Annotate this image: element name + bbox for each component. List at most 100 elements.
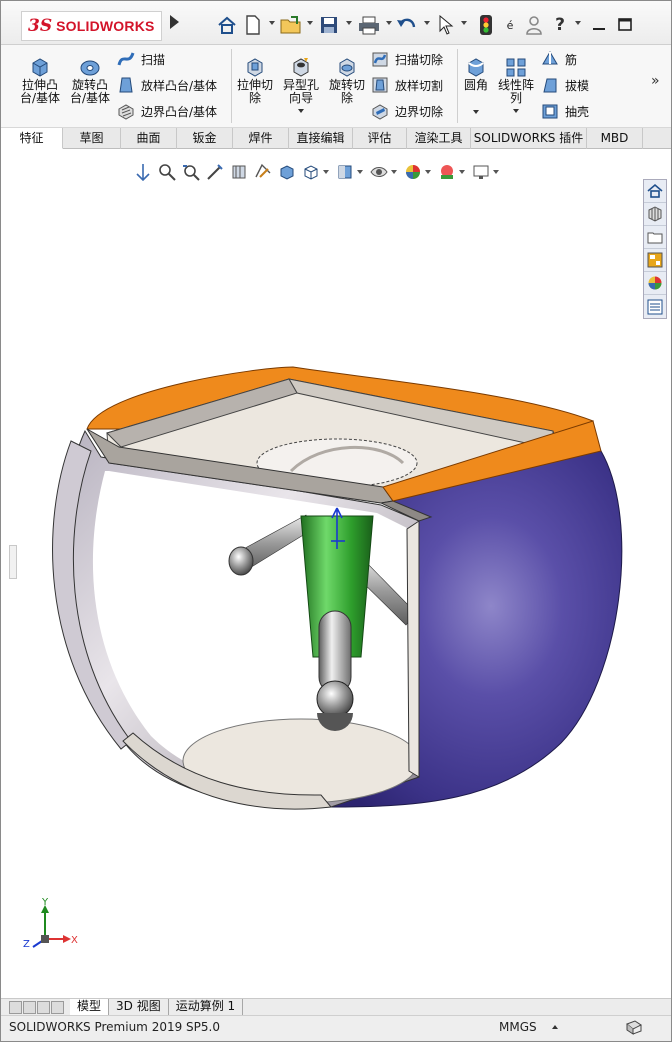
hole-wizard-button[interactable]: 异型孔 向导 xyxy=(279,57,323,113)
quick-tips-icon[interactable] xyxy=(625,1020,643,1039)
edit-appearance-dropdown-icon[interactable] xyxy=(425,170,431,174)
extrude-boss-button[interactable]: 拉伸凸 台/基体 xyxy=(17,57,63,105)
tab-render-tools[interactable]: 渲染工具 xyxy=(407,128,471,149)
hole-wizard-icon xyxy=(290,57,312,77)
boundary-boss-button[interactable]: 边界凸台/基体 xyxy=(117,101,217,121)
previous-view-icon[interactable] xyxy=(179,161,203,183)
linear-pattern-label: 线性阵 列 xyxy=(497,78,534,105)
undo-icon[interactable] xyxy=(395,13,419,37)
shell-button[interactable]: 抽壳 xyxy=(541,101,589,121)
ds-logo-mark: 3S xyxy=(28,16,53,36)
boundary-cut-icon xyxy=(371,102,389,120)
unit-system-dropdown-icon[interactable] xyxy=(552,1025,558,1029)
tab-direct-editing[interactable]: 直接编辑 xyxy=(289,128,353,149)
user-icon[interactable] xyxy=(523,13,545,37)
tab-sketch[interactable]: 草图 xyxy=(63,128,121,149)
unit-system[interactable]: MMGS xyxy=(499,1020,537,1034)
view-palette-icon[interactable] xyxy=(644,249,666,272)
visibility-icon[interactable] xyxy=(367,161,391,183)
select-icon[interactable] xyxy=(435,13,457,37)
edit-appearance-icon[interactable] xyxy=(401,161,425,183)
print-dropdown-icon[interactable] xyxy=(386,21,392,25)
model-3d-view[interactable] xyxy=(41,359,641,819)
select-dropdown-icon[interactable] xyxy=(461,21,467,25)
solidworks-logo[interactable]: 3S SOLIDWORKS xyxy=(21,11,162,41)
task-pane-home-icon[interactable] xyxy=(644,180,666,203)
maximize-icon[interactable] xyxy=(613,13,637,37)
loft-boss-button[interactable]: 放样凸台/基体 xyxy=(117,75,217,95)
revolve-boss-label: 旋转凸 台/基体 xyxy=(69,78,111,105)
revolve-boss-button[interactable]: 旋转凸 台/基体 xyxy=(67,57,113,105)
tab-features[interactable]: 特征 xyxy=(1,128,63,149)
ribbon-more-button[interactable]: » xyxy=(651,73,660,89)
graphics-area[interactable]: Y X Z xyxy=(1,149,671,998)
design-library-icon[interactable] xyxy=(644,203,666,226)
zoom-to-fit-icon[interactable] xyxy=(131,161,155,183)
save-dropdown-icon[interactable] xyxy=(346,21,352,25)
tab-motion-study-1[interactable]: 运动算例 1 xyxy=(169,999,244,1015)
draft-icon xyxy=(541,76,559,94)
tab-model[interactable]: 模型 xyxy=(70,999,110,1015)
menu-expand-arrow-icon[interactable] xyxy=(170,15,179,29)
tab-solidworks-addins[interactable]: SOLIDWORKS 插件 xyxy=(471,128,587,149)
new-document-icon[interactable] xyxy=(243,13,263,37)
rib-button[interactable]: 筋 xyxy=(541,49,577,69)
next-tab-icon[interactable] xyxy=(37,1000,50,1014)
sweep-button[interactable]: 扫描 xyxy=(117,49,165,69)
revolve-cut-button[interactable]: 旋转切 除 xyxy=(325,57,369,105)
sweep-cut-button[interactable]: 扫描切除 xyxy=(371,49,443,69)
sweep-cut-icon xyxy=(371,50,389,68)
tab-mbd[interactable]: MBD xyxy=(587,128,643,149)
view-orientation-icon[interactable] xyxy=(251,161,275,183)
hide-show-dropdown-icon[interactable] xyxy=(323,170,329,174)
home-icon[interactable] xyxy=(215,13,239,37)
panel-collapse-handle[interactable] xyxy=(9,545,17,579)
zoom-area-icon[interactable] xyxy=(155,161,179,183)
help-dropdown-icon[interactable] xyxy=(575,21,581,25)
apply-scene-dropdown-icon[interactable] xyxy=(459,170,465,174)
visibility-dropdown-icon[interactable] xyxy=(391,170,397,174)
tab-surfaces[interactable]: 曲面 xyxy=(121,128,177,149)
hide-show-icon[interactable] xyxy=(299,161,323,183)
file-explorer-icon[interactable] xyxy=(644,226,666,249)
tab-3d-views[interactable]: 3D 视图 xyxy=(109,999,169,1015)
undo-dropdown-icon[interactable] xyxy=(424,21,430,25)
new-dropdown-icon[interactable] xyxy=(269,21,275,25)
minimize-icon[interactable] xyxy=(587,13,611,37)
view-settings-icon[interactable] xyxy=(469,161,493,183)
options-icon[interactable]: é xyxy=(501,13,519,37)
tab-weldments[interactable]: 焊件 xyxy=(233,128,289,149)
first-tab-icon[interactable] xyxy=(9,1000,22,1014)
loft-cut-button[interactable]: 放样切割 xyxy=(371,75,443,95)
display-mode-icon[interactable] xyxy=(333,161,357,183)
print-icon[interactable] xyxy=(357,13,381,37)
linear-pattern-dropdown-icon[interactable] xyxy=(513,109,519,113)
fillet-button[interactable]: 圆角 xyxy=(459,57,493,114)
view-settings-dropdown-icon[interactable] xyxy=(493,170,499,174)
boundary-boss-icon xyxy=(117,102,135,120)
custom-properties-icon[interactable] xyxy=(644,295,666,318)
last-tab-icon[interactable] xyxy=(51,1000,64,1014)
display-style-icon[interactable] xyxy=(275,161,299,183)
open-dropdown-icon[interactable] xyxy=(307,21,313,25)
fillet-dropdown-icon[interactable] xyxy=(473,110,479,114)
triad-y-label: Y xyxy=(42,897,49,908)
rebuild-icon[interactable] xyxy=(475,13,497,37)
hole-wizard-dropdown-icon[interactable] xyxy=(298,109,304,113)
tab-evaluate[interactable]: 评估 xyxy=(353,128,407,149)
extrude-cut-button[interactable]: 拉伸切 除 xyxy=(233,57,277,105)
appearances-icon[interactable] xyxy=(644,272,666,295)
open-icon[interactable] xyxy=(279,13,303,37)
previous-tab-icon[interactable] xyxy=(23,1000,36,1014)
boundary-cut-button[interactable]: 边界切除 xyxy=(371,101,443,121)
help-icon[interactable]: ? xyxy=(551,13,569,37)
product-version: SOLIDWORKS Premium 2019 SP5.0 xyxy=(9,1020,220,1034)
save-icon[interactable] xyxy=(317,13,341,37)
apply-scene-icon[interactable] xyxy=(435,161,459,183)
section-view-icon[interactable] xyxy=(203,161,227,183)
display-mode-dropdown-icon[interactable] xyxy=(357,170,363,174)
draft-button[interactable]: 拔模 xyxy=(541,75,589,95)
tab-sheet-metal[interactable]: 钣金 xyxy=(177,128,233,149)
linear-pattern-button[interactable]: 线性阵 列 xyxy=(495,57,537,113)
dynamic-annotation-icon[interactable] xyxy=(227,161,251,183)
